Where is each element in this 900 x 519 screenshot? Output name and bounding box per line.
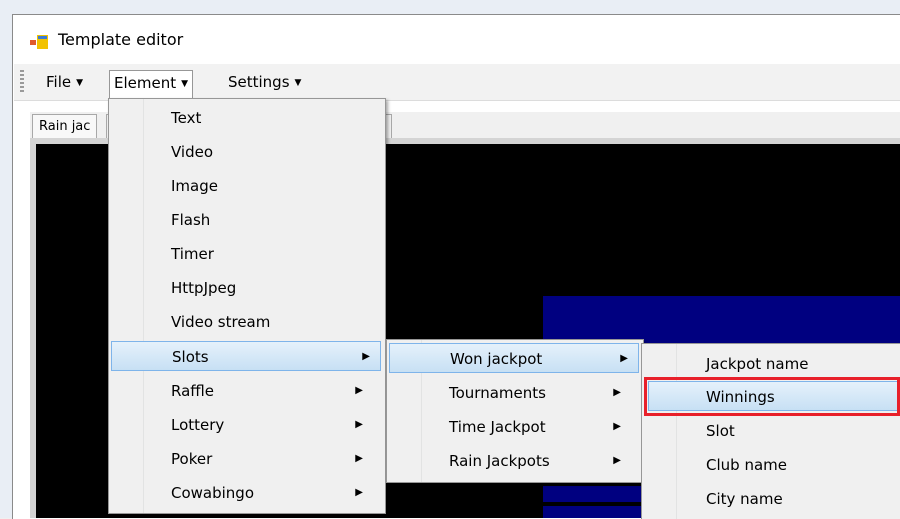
menu-item-label: Flash [171,211,211,229]
menu-element[interactable]: Element ▼ [109,70,194,99]
submenu-arrow-icon: ▶ [620,353,628,364]
window-title: Template editor [58,30,184,49]
menu-item-label: Raffle [171,382,215,400]
menu-icon-gutter [642,344,677,519]
menu-item-won-jackpot[interactable]: Won jackpot ▶ [389,343,639,373]
menu-icon-gutter [109,99,144,513]
menu-item-raffle[interactable]: Raffle ▶ [171,376,373,406]
menu-item-timer[interactable]: Timer [171,239,371,269]
menu-file-label: File [46,73,72,91]
menu-item-label: Time Jackpot [449,418,546,436]
menu-item-time-jackpot[interactable]: Time Jackpot ▶ [449,412,631,442]
menu-item-city-name[interactable]: City name [706,484,896,514]
menu-settings-label: Settings [228,73,290,91]
menu-item-video-stream[interactable]: Video stream [171,307,371,337]
submenu-arrow-icon: ▶ [355,453,363,464]
menu-item-tournaments[interactable]: Tournaments ▶ [449,378,631,408]
annotation-highlight-box [644,377,900,416]
menu-item-label: Poker [171,450,213,468]
menu-settings[interactable]: Settings ▼ [224,70,305,94]
menu-item-label: Rain Jackpots [449,452,550,470]
menu-item-label: Slots [172,348,209,366]
menu-item-label: Won jackpot [450,350,543,368]
app-window-icon [30,35,48,49]
submenu-arrow-icon: ▶ [355,487,363,498]
menu-item-label: City name [706,490,783,508]
menu-item-flash[interactable]: Flash [171,205,371,235]
submenu-arrow-icon: ▶ [362,351,370,362]
menu-item-slots[interactable]: Slots ▶ [111,341,381,371]
submenu-arrow-icon: ▶ [613,421,621,432]
menu-item-image[interactable]: Image [171,171,371,201]
menu-item-poker[interactable]: Poker ▶ [171,444,373,474]
menu-item-label: HttpJpeg [171,279,237,297]
menu-item-label: Text [171,109,202,127]
menu-item-label: Video stream [171,313,271,331]
menu-item-cowabingo[interactable]: Cowabingo ▶ [171,478,373,508]
dropdown-arrow-icon: ▼ [76,78,84,88]
menu-item-httpjpeg[interactable]: HttpJpeg [171,273,371,303]
menu-item-text[interactable]: Text [171,103,371,133]
submenu-arrow-icon: ▶ [613,455,621,466]
menu-item-label: Lottery [171,416,225,434]
menu-item-label: Cowabingo [171,484,255,502]
menu-item-label: Slot [706,422,735,440]
menu-item-label: Tournaments [449,384,546,402]
menu-item-label: Image [171,177,218,195]
menu-item-jackpot-name[interactable]: Jackpot name [706,349,896,379]
menu-element-label: Element [114,74,177,92]
menu-item-label: Timer [171,245,214,263]
menu-item-rain-jackpots[interactable]: Rain Jackpots ▶ [449,446,631,476]
menu-file[interactable]: File ▼ [42,70,87,94]
menu-item-label: Club name [706,456,787,474]
submenu-arrow-icon: ▶ [613,387,621,398]
submenu-arrow-icon: ▶ [355,419,363,430]
menu-item-label: Video [171,143,214,161]
menu-item-video[interactable]: Video [171,137,371,167]
submenu-arrow-icon: ▶ [355,385,363,396]
dropdown-arrow-icon: ▼ [181,79,189,89]
menu-item-slot[interactable]: Slot [706,416,896,446]
menu-item-club-name[interactable]: Club name [706,450,896,480]
toolstrip-grip-icon[interactable] [20,70,24,94]
menu-item-label: Jackpot name [706,355,809,373]
menu-item-lottery[interactable]: Lottery ▶ [171,410,373,440]
tab-rain-jackpot[interactable]: Rain jac [32,114,98,139]
dropdown-arrow-icon: ▼ [294,78,302,88]
